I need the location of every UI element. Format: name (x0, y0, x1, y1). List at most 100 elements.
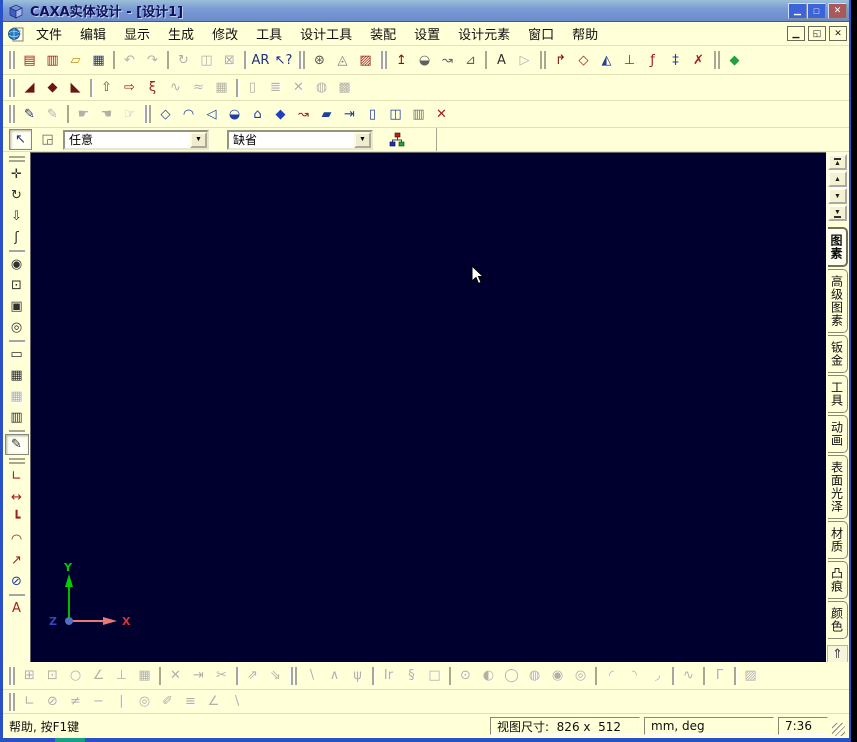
copy-body-button[interactable]: ▥ (407, 104, 430, 125)
stamp-feature-button[interactable]: ⇧ (95, 77, 118, 98)
revolve-feature-button[interactable]: ◆ (41, 77, 64, 98)
update-links-button[interactable]: ↻ (172, 50, 195, 71)
surface-feature-2-button[interactable]: ≈ (187, 77, 210, 98)
mirror-body-button[interactable]: ◫ (384, 104, 407, 125)
dim-length-button[interactable]: ┗ (5, 508, 29, 529)
circle-2pt-button[interactable]: ◯ (500, 665, 523, 686)
catalog-scroll-first-button[interactable]: ▲ (828, 154, 847, 170)
vertical-constraint-button[interactable]: ∣ (110, 691, 133, 712)
tab-sheet-metal[interactable]: 钣金 (827, 335, 848, 373)
document-restore-button[interactable]: ◱ (808, 26, 826, 41)
tab-primitives[interactable]: 图素 (827, 227, 848, 267)
spiral-tool-button[interactable]: § (400, 665, 423, 686)
tab-animation[interactable]: 动画 (827, 415, 848, 453)
redo-button[interactable]: ↷ (141, 50, 164, 71)
shell-tool-button[interactable]: ◇ (572, 50, 595, 71)
toolbar-grip[interactable] (713, 51, 720, 69)
slope-lines-button[interactable]: ∠ (87, 665, 110, 686)
text-wizard-button[interactable]: A (490, 50, 513, 71)
stretch-box-button[interactable]: ⊡ (41, 665, 64, 686)
circle-diameter-button[interactable]: ◐ (477, 665, 500, 686)
parallel-constraint-button[interactable]: ≠ (64, 691, 87, 712)
tab-surface-finish[interactable]: 表面光泽 (827, 455, 848, 519)
dim-diameter-button[interactable]: ⊘ (5, 571, 29, 592)
dim-text-button[interactable]: A (5, 598, 29, 619)
select-tool-button[interactable]: ↖ (9, 129, 32, 150)
camera-capture-button[interactable]: ▦ (5, 386, 29, 407)
wire-vase-button[interactable]: ◒ (223, 104, 246, 125)
copy-multiple-button[interactable]: ◫ (195, 50, 218, 71)
menu-design-tools[interactable]: 设计工具 (291, 21, 361, 46)
menu-file[interactable]: 文件 (27, 21, 71, 46)
surface-tool-button[interactable]: ◆ (723, 50, 746, 71)
circle-center-button[interactable]: ⊙ (454, 665, 477, 686)
open-file-button[interactable]: ▱ (64, 50, 87, 71)
fix-constraint-button[interactable]: ✐ (156, 691, 179, 712)
annotate-box-button[interactable]: ▯ (361, 104, 384, 125)
smart-render-button[interactable]: ◬ (331, 50, 354, 71)
equation-tool-button[interactable]: ƒ (641, 50, 664, 71)
extract-geometry-button[interactable]: ⇥ (338, 104, 361, 125)
wire-cylinder-button[interactable]: ◠ (177, 104, 200, 125)
toolbar-grip[interactable] (8, 155, 25, 162)
anchor-profile-button[interactable]: ▦ (133, 665, 156, 686)
trim-element-button[interactable]: ✂ (210, 665, 233, 686)
tab-material[interactable]: 材质 (827, 521, 848, 559)
project-curve-2-button[interactable]: ⇘ (264, 665, 287, 686)
toolbar-grip[interactable] (380, 51, 387, 69)
tab-advanced-primitives[interactable]: 高级图素 (827, 269, 848, 333)
tab-color[interactable]: 颜色 (827, 601, 848, 639)
toolbar-grip[interactable] (8, 78, 15, 97)
menu-design-elements[interactable]: 设计元素 (449, 21, 519, 46)
tangent-line-button[interactable]: ∧ (323, 665, 346, 686)
surface-feature-3-button[interactable]: ▦ (210, 77, 233, 98)
sheet-stack-button[interactable]: ≣ (264, 77, 287, 98)
menu-modify[interactable]: 修改 (203, 21, 247, 46)
menu-window[interactable]: 窗口 (519, 21, 563, 46)
arc-tangent-button[interactable]: ◞ (646, 665, 669, 686)
zoom-tool-button[interactable]: ◉ (5, 254, 29, 275)
revolve-wizard-button[interactable]: ◒ (413, 50, 436, 71)
menu-assembly[interactable]: 装配 (361, 21, 405, 46)
find-button[interactable]: AR (249, 50, 272, 71)
document-minimize-button[interactable]: ▁ (787, 26, 805, 41)
horizontal-constraint-button[interactable]: − (87, 691, 110, 712)
circle-ttt-button[interactable]: ◎ (569, 665, 592, 686)
dim-arc-button[interactable]: ◠ (5, 529, 29, 550)
corner-tool-button[interactable]: Γ (708, 665, 731, 686)
smart-dimension-button[interactable]: ‡ (664, 50, 687, 71)
wire-profile-button[interactable]: ⌂ (246, 104, 269, 125)
toolbar-grip[interactable] (8, 457, 25, 464)
mirror-tool-button[interactable]: ◭ (595, 50, 618, 71)
render-style-dropdown-button[interactable]: ▼ (354, 131, 371, 148)
sketch-2d-button[interactable]: ✎ (18, 104, 41, 125)
shade-tool-button[interactable]: ◍ (310, 77, 333, 98)
circle-3pt-button[interactable]: ◍ (523, 665, 546, 686)
slant-surface-button[interactable]: ▰ (315, 104, 338, 125)
tab-bump[interactable]: 凸痕 (827, 561, 848, 599)
drag-handle-1-button[interactable]: ☛ (72, 104, 95, 125)
catalog-scroll-down-button[interactable]: ▼ (828, 188, 847, 204)
catalog-scroll-up-button[interactable]: ▲ (828, 171, 847, 187)
rotate-view-button[interactable]: ↻ (5, 185, 29, 206)
arc-center-button[interactable]: ◜ (600, 665, 623, 686)
delete-body-button[interactable]: ✕ (430, 104, 453, 125)
line-tool-button[interactable]: ∖ (300, 665, 323, 686)
spline-tool-button[interactable]: ∿ (677, 665, 700, 686)
align-grid-button[interactable]: ⊞ (18, 665, 41, 686)
toolbar-grip[interactable] (144, 105, 151, 123)
drag-handle-2-button[interactable]: ☚ (95, 104, 118, 125)
wire-box-button[interactable]: ◇ (154, 104, 177, 125)
surface-feature-1-button[interactable]: ∿ (164, 77, 187, 98)
zoom-window-button[interactable]: ⊡ (5, 275, 29, 296)
circle-tangent-button[interactable]: ◉ (546, 665, 569, 686)
toolbar-grip[interactable] (8, 105, 15, 123)
extend-element-button[interactable]: ⇥ (187, 665, 210, 686)
toolbar-grip[interactable] (8, 51, 15, 69)
pan-view-button[interactable]: ✛ (5, 164, 29, 185)
zoom-extents-button[interactable]: ▣ (5, 296, 29, 317)
equal-constraint-button[interactable]: ≡ (179, 691, 202, 712)
spring-feature-button[interactable]: ξ (141, 77, 164, 98)
hatch-tool-button[interactable]: ▨ (739, 665, 762, 686)
camera-pair-button[interactable]: ▥ (5, 407, 29, 428)
